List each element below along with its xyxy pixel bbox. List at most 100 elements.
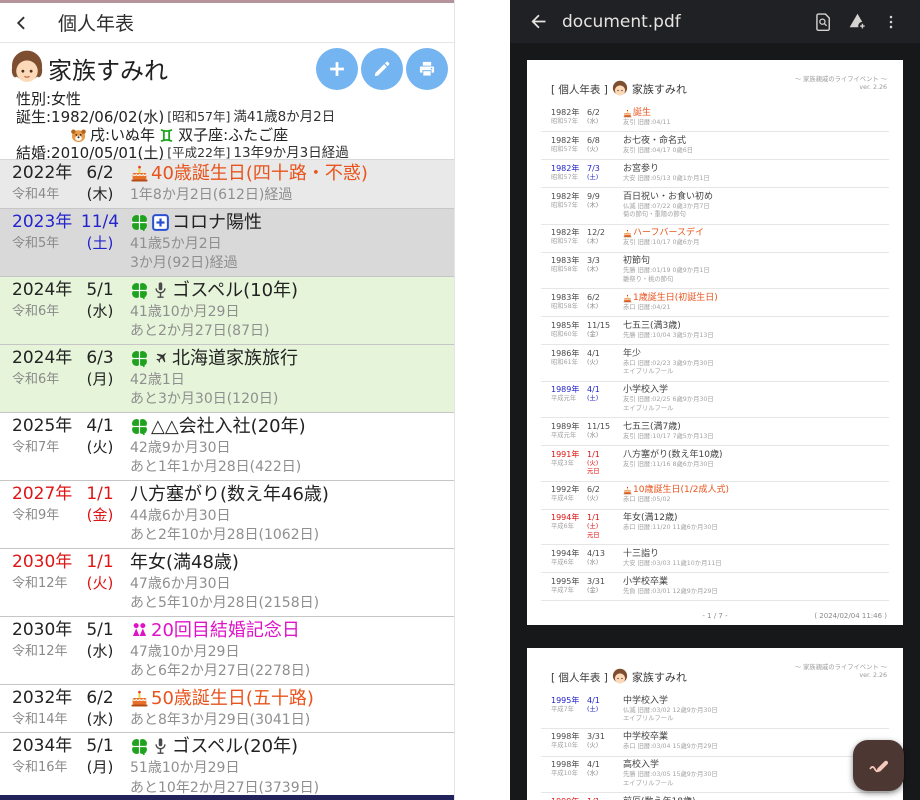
print-button[interactable] [406, 48, 448, 90]
event-era: 令和7年 [12, 439, 60, 455]
profile-section: 家族すみれ 性別:女性 誕生:1982/06/02(水) [昭和57年] 満41… [0, 43, 454, 162]
pdf-era: 昭和58年 [551, 266, 578, 273]
event-row[interactable]: 2032年 令和14年 6/2 (水) 50歳誕生日(五十路) あと8年3か月29日(30… [0, 684, 454, 733]
pdf-date-col: 9/9 (木) [587, 192, 623, 220]
pdf-era: 平成元年 [551, 431, 577, 439]
add-to-drive-button[interactable] [840, 2, 874, 42]
pdf-event-detail: 赤口 旧暦:11/20 11歳6か月30日 [623, 524, 718, 531]
pdf-event-title: お七夜・命名式 [623, 135, 687, 146]
pdf-event-title: 前厄(数え年18歳) [623, 797, 695, 800]
pdf-date-col: 12/2 (木) [587, 228, 623, 248]
doc-subtitle-line: 〜 家族親戚のライフイベント 〜 [794, 76, 887, 83]
pdf-year-col: 1994年 平成6年 [541, 513, 587, 540]
pdf-weekday: (土) [587, 523, 599, 530]
annotate-fab[interactable] [853, 740, 904, 791]
pdf-title-row: 誕生 [623, 108, 889, 119]
event-year-col: 2030年 令和12年 [0, 550, 74, 614]
pdf-year-col: 1992年 平成4年 [541, 485, 587, 505]
event-detail: 47歳10か月29日 [130, 643, 240, 660]
pdf-back-button[interactable] [520, 2, 556, 42]
event-weekday: (土) [86, 233, 114, 252]
pdf-page-2[interactable]: [ 個人年表 ] 家族すみれ 〜 家族親戚のライフイベント 〜 ver. 2.2… [527, 648, 903, 800]
event-year: 2027年 [12, 483, 73, 504]
pdf-page-header: [ 個人年表 ] 家族すみれ 〜 家族親戚のライフイベント 〜 ver. 2.2… [541, 664, 889, 692]
pdf-year: 1982年 [551, 228, 580, 237]
pdf-title-row: 十三詣り [623, 549, 889, 560]
pdf-year: 1985年 [551, 320, 580, 330]
find-in-page-button[interactable] [806, 2, 840, 42]
pdf-event-row: 1982年 昭和57年 9/9 (木) 百日祝い・お食い初め 仏滅 旧暦:07/22 0歳… [541, 188, 889, 225]
pdf-year-col: 1985年 昭和60年 [541, 321, 587, 341]
pdf-event-body: 十三詣り 大安 旧暦:03/03 11歳10か月11日 [623, 549, 889, 569]
pdf-event-title: 1歳誕生日(初誕生日) [633, 292, 718, 303]
event-row[interactable]: 2022年 令和4年 6/2 (木) 40歳誕生日(四十路・不惑) 1年8か月2日(612… [0, 160, 454, 209]
edit-button[interactable] [361, 48, 403, 90]
pdf-weekday: (水) [587, 558, 599, 566]
more-options-button[interactable] [874, 2, 908, 42]
find-in-page-icon [813, 12, 833, 32]
event-date: 5/1 [86, 279, 114, 300]
add-event-button[interactable] [316, 48, 358, 90]
gemini-icon [158, 127, 175, 144]
pdf-year: 1982年 [551, 135, 580, 145]
pdf-year: 1989年 [551, 421, 580, 431]
event-row[interactable]: 2024年 令和6年 6/3 (月) 北海道家族旅行 42歳1日 あと3か月30日(120日… [0, 344, 454, 413]
doc-label: [ 個人年表 ] [551, 83, 608, 96]
pdf-event-title: 小学校入学 [623, 385, 669, 395]
pdf-date: 11/15 [587, 421, 611, 431]
event-title: 八方塞がり(数え年46歳) [130, 483, 329, 505]
event-year: 2034年 [12, 736, 73, 756]
event-detail: あと3か月30日(120日) [130, 391, 279, 407]
pdf-event-row: 1995年 平成7年 3/31 (金) 小学校卒業 先負 旧暦:03/01 12歳9か月2… [541, 573, 889, 601]
event-row[interactable]: 2030年 令和12年 1/1 (火) 年女(満48歳) 47歳6か月30日 あと5年10か… [0, 548, 454, 617]
pdf-year-col: 1982年 昭和57年 [541, 108, 587, 128]
pdf-date-col: 1/1(金)元日 [587, 797, 623, 800]
pdf-event-detail: 仏滅 旧暦:03/02 12歳9か月30日 [623, 706, 718, 714]
pdf-event-row: 1998年 平成10年 4/1 (水) 高校入学 先勝 旧暦:03/05 15歳9か月30… [541, 757, 889, 793]
event-date: 6/2 [86, 687, 114, 708]
pdf-event-detail: 仏滅 旧暦:07/22 0歳3か月7日 [623, 202, 710, 210]
event-date-col: 11/4 (土) [74, 210, 126, 274]
pdf-era: 平成7年 [551, 705, 574, 713]
pdf-event-detail: 友引 旧暦:10/17 0歳6か月 [623, 239, 700, 246]
pdf-year: 1991年 [551, 449, 580, 459]
cake-icon [623, 109, 632, 118]
event-weekday: (火) [86, 573, 114, 592]
event-detail: あと2年10か月28日(1062日) [130, 527, 320, 543]
pdf-date-col: 1/1 (火) 元日 [587, 450, 623, 477]
event-date: 5/1 [86, 619, 114, 640]
event-row[interactable]: 2024年 令和6年 5/1 (水) ゴスペル(10年) 41歳10か月29日 あと2か月2… [0, 276, 454, 345]
pdf-date-col: 3/3 (木) [587, 256, 623, 284]
sign-value: 双子座:ふたご座 [178, 126, 289, 144]
event-row[interactable]: 2025年 令和7年 4/1 (火) △△会社入社(20年) 42歳9か月30日 あと1年1… [0, 412, 454, 481]
pdf-year-col: 1995年 平成7年 [541, 696, 587, 724]
event-year-col: 2025年 令和7年 [0, 414, 74, 478]
pdf-title-row: 年少 [623, 349, 889, 360]
pdf-toolbar: document.pdf [510, 0, 920, 43]
pdf-event-detail: エイプリルフール [623, 779, 674, 787]
pdf-row-list: 1982年 昭和57年 6/2 (水) 誕生 友引 旧暦:04/11 1982年 昭和57年 6… [541, 104, 889, 601]
pdf-page-1[interactable]: [ 個人年表 ] 家族すみれ 〜 家族親戚のライフイベント 〜 ver. 2.2… [527, 60, 903, 625]
clover-icon [130, 349, 149, 368]
birth-date: 誕生:1982/06/02(水) [16, 108, 165, 126]
event-row[interactable]: 2034年 令和16年 5/1 (月) ゴスペル(20年) 51歳10か月29日 あと10年… [0, 733, 454, 800]
chevron-left-icon [12, 13, 32, 33]
event-detail: 44歳6か月30日 [130, 507, 231, 524]
event-row[interactable]: 2023年 令和5年 11/4 (土) コロナ陽性 41歳5か月2日 3か月(92日)経過 [0, 208, 454, 277]
pdf-event-detail: 友引 旧暦:04/17 0歳6日 [623, 146, 694, 154]
split-screen: 個人年表 家族すみれ 性別:女性 誕生:1982/06/02(水) [昭和57年… [0, 0, 920, 800]
event-era: 令和16年 [12, 760, 68, 775]
pdf-year: 1995年 [551, 695, 580, 705]
pdf-year: 1994年 [551, 513, 580, 522]
pdf-weekday: (火) [587, 495, 599, 502]
back-button[interactable] [0, 3, 44, 43]
pdf-weekday: (水) [587, 117, 599, 125]
event-body: ゴスペル(10年) 41歳10か月29日 あと2か月27日(87日) [126, 278, 454, 342]
pdf-event-title: 中学校卒業 [623, 732, 669, 742]
event-year-col: 2024年 令和6年 [0, 346, 74, 410]
event-row[interactable]: 2030年 令和12年 5/1 (水) 20回目結婚記念日 47歳10か月29日 あと6年2… [0, 616, 454, 685]
pdf-era: 平成10年 [551, 742, 578, 749]
wedding-icon [130, 621, 149, 640]
event-row[interactable]: 2027年 令和9年 1/1 (金) 八方塞がり(数え年46歳) 44歳6か月30日 あと2… [0, 480, 454, 549]
pdf-year-col: 1982年 昭和57年 [541, 228, 587, 248]
